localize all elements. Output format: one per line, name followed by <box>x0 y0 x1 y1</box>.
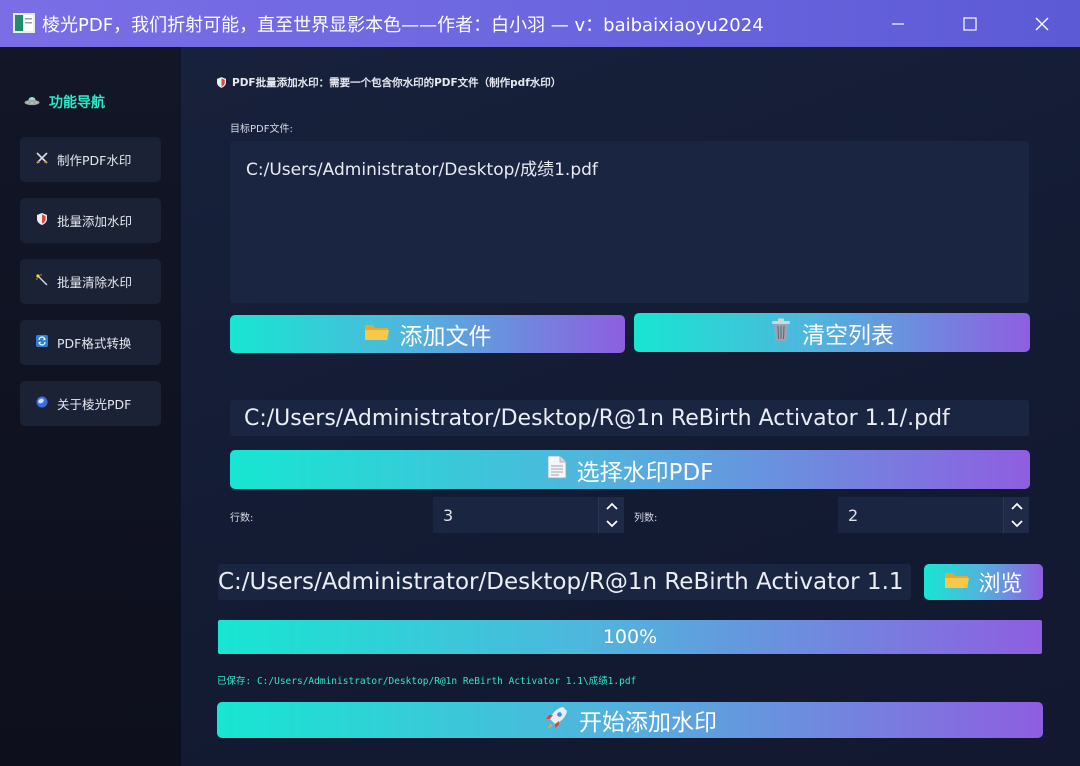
rows-stepper-arrows <box>598 497 624 533</box>
sidebar-item-about[interactable]: 关于棱光PDF <box>20 381 161 426</box>
window-title: 棱光PDF，我们折射可能，直至世界显影本色——作者：白小羽 — v：baibai… <box>42 15 764 36</box>
target-files-label: 目标PDF文件: <box>230 124 293 135</box>
start-watermark-button[interactable]: 开始添加水印 <box>217 702 1043 738</box>
close-icon <box>1035 17 1049 30</box>
rows-increment-button[interactable] <box>599 497 625 515</box>
sidebar-item-batch-add[interactable]: 批量添加水印 <box>20 198 161 243</box>
target-file-list[interactable]: C:/Users/Administrator/Desktop/成绩1.pdf <box>230 141 1029 303</box>
rows-value: 3 <box>443 505 454 525</box>
sidebar-item-label: PDF格式转换 <box>57 336 132 351</box>
page-title: PDF批量添加水印：需要一个包含你水印的PDF文件（制作pdf水印） <box>232 77 562 89</box>
watermark-path-value: C:/Users/Administrator/Desktop/R@1n ReBi… <box>244 405 950 431</box>
sidebar: 功能导航 制作PDF水印 批量添加水印 批量清除水印 PDF格式转换 关于棱光P… <box>0 47 181 766</box>
shield-icon <box>36 213 48 228</box>
title-bar: 棱光PDF，我们折射可能，直至世界显影本色——作者：白小羽 — v：baibai… <box>0 0 1080 47</box>
maximize-button[interactable] <box>934 0 1006 47</box>
progress-bar: 100% <box>218 620 1042 654</box>
nav-title: 功能导航 <box>24 92 105 112</box>
chevron-up-icon <box>1011 502 1023 510</box>
add-files-button[interactable]: 添加文件 <box>230 315 625 353</box>
rocket-icon <box>543 705 569 736</box>
app-icon <box>13 13 35 33</box>
ufo-icon <box>24 94 40 110</box>
output-path-field[interactable]: C:/Users/Administrator/Desktop/R@1n ReBi… <box>218 564 911 600</box>
shield-icon <box>217 77 226 88</box>
page-header: PDF批量添加水印：需要一个包含你水印的PDF文件（制作pdf水印） <box>217 75 561 90</box>
browse-button[interactable]: 浏览 <box>924 564 1043 600</box>
minimize-button[interactable] <box>862 0 934 47</box>
minimize-icon <box>892 22 904 25</box>
chevron-up-icon <box>606 502 618 510</box>
maximize-icon <box>963 16 977 31</box>
close-button[interactable] <box>1006 0 1078 47</box>
cols-value: 2 <box>848 505 859 525</box>
crossed-swords-icon <box>36 152 48 167</box>
sidebar-item-label: 关于棱光PDF <box>57 397 132 412</box>
status-message: 已保存: C:/Users/Administrator/Desktop/R@1n… <box>217 676 637 687</box>
select-watermark-label: 选择水印PDF <box>576 459 714 486</box>
document-icon <box>547 455 567 484</box>
output-path-value: C:/Users/Administrator/Desktop/R@1n ReBi… <box>218 569 904 595</box>
sidebar-item-batch-clear[interactable]: 批量清除水印 <box>20 259 161 304</box>
clear-list-label: 清空列表 <box>802 322 894 349</box>
browse-label: 浏览 <box>978 572 1023 597</box>
progress-label: 100% <box>602 626 658 648</box>
clear-list-button[interactable]: 清空列表 <box>634 313 1030 352</box>
rows-label: 行数: <box>230 513 254 524</box>
sidebar-item-label: 批量清除水印 <box>57 275 133 290</box>
cols-stepper[interactable]: 2 <box>838 497 1029 533</box>
folder-icon <box>944 570 970 595</box>
folder-icon <box>364 322 390 347</box>
select-watermark-button[interactable]: 选择水印PDF <box>230 450 1030 489</box>
sidebar-item-make-watermark[interactable]: 制作PDF水印 <box>20 137 161 182</box>
refresh-icon <box>36 335 48 350</box>
chevron-down-icon <box>606 520 618 528</box>
add-files-label: 添加文件 <box>399 324 492 350</box>
prism-icon <box>36 396 48 411</box>
watermark-path-field[interactable]: C:/Users/Administrator/Desktop/R@1n ReBi… <box>230 400 1029 436</box>
cols-label: 列数: <box>634 513 658 524</box>
list-item[interactable]: C:/Users/Administrator/Desktop/成绩1.pdf <box>246 155 1013 180</box>
rows-stepper[interactable]: 3 <box>433 497 624 533</box>
cols-increment-button[interactable] <box>1004 497 1030 515</box>
start-watermark-label: 开始添加水印 <box>579 710 717 736</box>
sidebar-item-format-convert[interactable]: PDF格式转换 <box>20 320 161 365</box>
nav-title-label: 功能导航 <box>49 95 105 111</box>
trash-icon <box>770 318 792 347</box>
main-panel: PDF批量添加水印：需要一个包含你水印的PDF文件（制作pdf水印） 目标PDF… <box>181 47 1080 766</box>
cols-stepper-arrows <box>1003 497 1029 533</box>
chevron-down-icon <box>1011 520 1023 528</box>
cols-decrement-button[interactable] <box>1004 515 1030 533</box>
sidebar-item-label: 制作PDF水印 <box>57 153 132 168</box>
rows-decrement-button[interactable] <box>599 515 625 533</box>
sidebar-item-label: 批量添加水印 <box>57 214 133 229</box>
magic-wand-icon <box>36 274 48 289</box>
